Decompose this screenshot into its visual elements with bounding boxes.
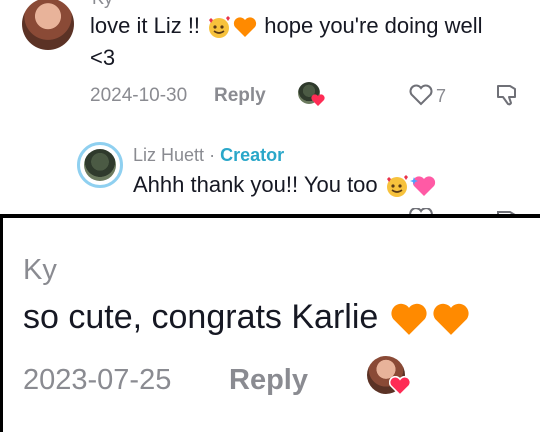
creator-reply-text: Ahhh thank you!! You too: [133, 172, 438, 198]
heart-badge-icon: [389, 376, 411, 395]
comment-text-content: so cute, congrats Karlie: [23, 298, 388, 336]
comment-text-part2: hope you're doing well: [258, 13, 483, 38]
separator: ·: [209, 145, 216, 165]
comment-date: 2024-10-30: [90, 85, 188, 106]
comment-panel-bottom: Ky so cute, congrats Karlie 2023-07-25 R…: [0, 218, 540, 432]
heart-sparkle-emoji: [409, 176, 435, 197]
comment-username: Ky: [92, 0, 113, 9]
orange-heart-emoji: [391, 303, 427, 335]
heart-outline-icon-partial: [409, 208, 433, 214]
dislike-icon-partial: [497, 211, 516, 214]
comment-date: 2023-07-25: [23, 364, 172, 396]
smiling-face-hearts-emoji: [209, 16, 231, 39]
creator-name[interactable]: Liz Huett: [133, 145, 204, 165]
creator-badge: Creator: [220, 145, 285, 165]
comment-text: love it Liz !! hope you're doing well: [90, 13, 483, 39]
comment-text-line2: <3: [90, 45, 116, 70]
reply-button[interactable]: Reply: [214, 85, 266, 107]
commenter-avatar[interactable]: [22, 0, 74, 50]
dislike-icon[interactable]: [494, 82, 520, 108]
creator-liked-avatar: [298, 82, 326, 108]
creator-reply-text-content: Ahhh thank you!! You too: [133, 172, 384, 197]
comment-text-part1: love it Liz !!: [90, 13, 207, 38]
smiling-face-hearts-emoji: [386, 175, 408, 198]
orange-heart-emoji: [433, 303, 469, 335]
comment-panel-top: Ky love it Liz !! hope you're doing well…: [0, 0, 540, 214]
orange-heart-emoji: [234, 17, 257, 38]
heart-badge-icon: [311, 94, 325, 106]
like-count: 7: [436, 86, 447, 106]
creator-liked-avatar: [367, 356, 413, 400]
comment-username[interactable]: Ky: [23, 254, 57, 287]
comment-text: so cute, congrats Karlie: [23, 298, 472, 338]
reply-button[interactable]: Reply: [229, 364, 308, 397]
creator-avatar[interactable]: [77, 142, 123, 188]
heart-outline-icon[interactable]: [408, 84, 434, 106]
creator-header: Liz Huett · Creator: [133, 145, 284, 166]
